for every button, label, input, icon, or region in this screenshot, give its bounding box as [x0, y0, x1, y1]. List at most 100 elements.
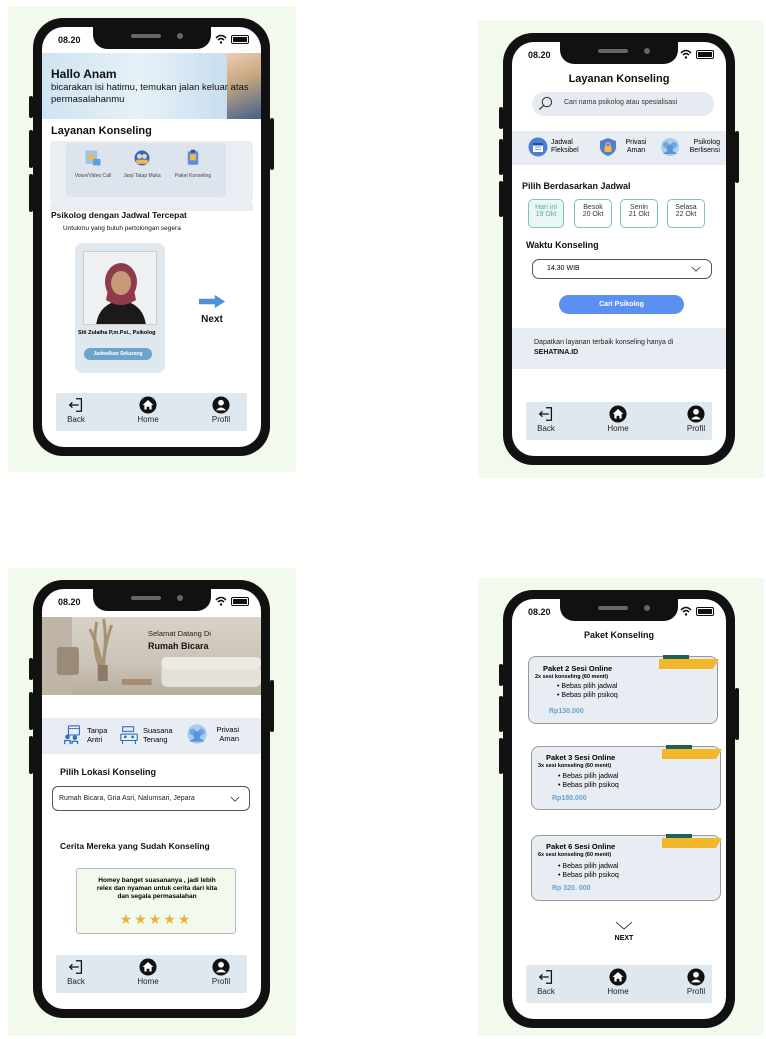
star-icon: ★: [163, 911, 178, 927]
package-bullet: • Bebas pilih jadwal: [557, 683, 618, 690]
stories-heading: Cerita Mereka yang Sudah Konseling: [60, 841, 210, 851]
nav-home[interactable]: Home: [128, 958, 168, 986]
bottom-nav: Back Home Profil: [56, 393, 247, 431]
day-chip-3[interactable]: Selasa 22 Okt: [667, 199, 705, 228]
package-bullet: • Bebas pilih jadwal: [558, 863, 619, 870]
psych-sub: Untukmu yang butuh pertolongan segera: [63, 225, 181, 232]
nav-back-label: Back: [67, 977, 85, 986]
battery-icon: [231, 34, 249, 44]
feature-label: Suasana Tenang: [143, 726, 173, 744]
day-chip-2[interactable]: Senin 21 Okt: [620, 199, 658, 228]
time-value: 14.30 WIB: [547, 265, 580, 272]
service-label: Janji Tatap Muka: [123, 173, 161, 179]
service-voice-video[interactable]: Voice/Video Call: [70, 148, 116, 179]
profile-icon: [212, 958, 230, 976]
time-select[interactable]: 14.30 WIB: [532, 259, 712, 279]
nav-back[interactable]: Back: [526, 405, 566, 433]
nav-back-label: Back: [67, 415, 85, 424]
nav-home-label: Home: [607, 987, 629, 996]
welcome-text: Selamat Datang Di: [148, 629, 211, 638]
people-icon: [187, 724, 207, 744]
nav-back[interactable]: Back: [526, 968, 566, 996]
phone-schedule: 08.20 Layanan Konseling Cari nama psikol…: [499, 33, 739, 465]
nav-home[interactable]: Home: [128, 396, 168, 424]
nav-profile[interactable]: Profil: [201, 396, 241, 424]
package-card[interactable]: Paket 2 Sesi Online 2x sesi konseling (6…: [528, 655, 719, 724]
package-bullet: • Bebas pilih psikoq: [557, 692, 618, 699]
nav-home[interactable]: Home: [598, 968, 638, 996]
psychologist-card[interactable]: Siti Zulaiha P,m.Psi., Psikolog Jadwalka…: [75, 243, 165, 373]
feature-calm: Suasana Tenang: [118, 723, 173, 747]
back-icon: [68, 398, 83, 412]
nav-home-label: Home: [137, 415, 159, 424]
star-icon: ★: [134, 911, 149, 927]
psychologist-name: Siti Zulaiha P,m.Psi., Psikolog: [78, 330, 156, 336]
next-label: Next: [201, 314, 223, 325]
chevron-down-icon: [230, 796, 240, 802]
profile-icon: [687, 968, 705, 986]
wifi-icon: [215, 34, 227, 44]
service-paket[interactable]: Paket Konseling: [170, 148, 216, 179]
bottom-nav: Back Home Profil: [526, 402, 712, 440]
nav-home[interactable]: Home: [598, 405, 638, 433]
nav-back[interactable]: Back: [56, 958, 96, 986]
search-psychologist-button[interactable]: Cari Psikolog: [559, 295, 684, 314]
nav-profile[interactable]: Profil: [676, 405, 716, 433]
home-icon: [609, 968, 627, 986]
back-icon: [538, 970, 553, 984]
nav-back-label: Back: [537, 424, 555, 433]
service-label: Paket Konseling: [174, 173, 212, 179]
day-chip-1[interactable]: Besok 20 Okt: [574, 199, 612, 228]
day-chip-0[interactable]: Hari ini 19 Okt: [528, 199, 564, 228]
feature-flexible: Jadwal Fleksibel: [528, 137, 585, 157]
feature-label: Jadwal Fleksibel: [551, 139, 579, 154]
nav-profile[interactable]: Profil: [676, 968, 716, 996]
nav-profile-label: Profil: [211, 977, 231, 986]
nav-profile-label: Profil: [686, 987, 706, 996]
package-detail: 6x sesi konseling (60 menit): [538, 852, 612, 858]
location-select[interactable]: Rumah Bicara, Gria Asri, Nalumsari, Jepa…: [52, 786, 250, 811]
psychologist-photo: [83, 251, 157, 325]
service-tatap-muka[interactable]: Janji Tatap Muka: [119, 148, 165, 179]
schedule-heading: Pilih Berdasarkan Jadwal: [522, 181, 631, 191]
package-card[interactable]: Paket 6 Sesi Online 6x sesi konseling (6…: [531, 834, 722, 901]
phone-packages: 08.20 Paket Konseling Paket 2 Sesi Onlin…: [499, 590, 739, 1028]
ribbon-icon: [662, 834, 722, 848]
calendar-icon: [528, 137, 548, 157]
battery-icon: [696, 49, 714, 59]
greeting: Hallo Anam: [51, 67, 117, 81]
feature-label: Privasi Aman: [216, 725, 239, 743]
feature-label: Psikolog Berlisensi: [689, 139, 720, 154]
status-bar: 08.20: [512, 42, 726, 70]
search-icon: [538, 96, 553, 111]
battery-icon: [231, 596, 249, 606]
screen-location: Selamat Datang Di Rumah Bicara 08.20 Tan…: [42, 589, 261, 1009]
nav-back[interactable]: Back: [56, 396, 96, 424]
chevron-down-icon: [615, 921, 633, 930]
status-time: 08.20: [58, 35, 81, 45]
feature-label: Tanpa Antri: [87, 726, 108, 744]
meeting-icon: [134, 150, 150, 166]
package-card[interactable]: Paket 3 Sesi Online 3x sesi konseling (6…: [531, 745, 722, 810]
wifi-icon: [215, 596, 227, 606]
feature-privacy: Privasi Aman: [598, 137, 651, 157]
location-value: Rumah Bicara, Gria Asri, Nalumsari, Jepa…: [59, 795, 195, 802]
star-icon: ★: [119, 911, 135, 927]
schedule-now-button[interactable]: Jadwalkan Sekarang: [84, 348, 152, 360]
next-button[interactable]: NEXT: [604, 917, 644, 942]
promo-text: Dapatkan layanan terbaik konseling hanya…: [534, 339, 674, 346]
next-arrow-button[interactable]: Next: [192, 294, 232, 325]
nav-profile[interactable]: Profil: [201, 958, 241, 986]
feature-no-queue: Tanpa Antri: [62, 723, 111, 747]
location-heading: Pilih Lokasi Konseling: [60, 767, 157, 777]
package-icon: [187, 149, 199, 165]
nav-profile-label: Profil: [211, 415, 231, 424]
feature-licensed: Psikolog Berlisensi: [658, 137, 720, 157]
feature-label: Privasi Aman: [625, 139, 647, 154]
home-icon: [139, 958, 157, 976]
home-icon: [609, 405, 627, 423]
chevron-down-icon: [691, 266, 701, 272]
date-label: 19 Okt: [535, 211, 557, 218]
feature-privacy: Privasi Aman: [184, 723, 239, 745]
search-bar[interactable]: Cari nama psikolog atau spesialisasi: [532, 92, 714, 116]
